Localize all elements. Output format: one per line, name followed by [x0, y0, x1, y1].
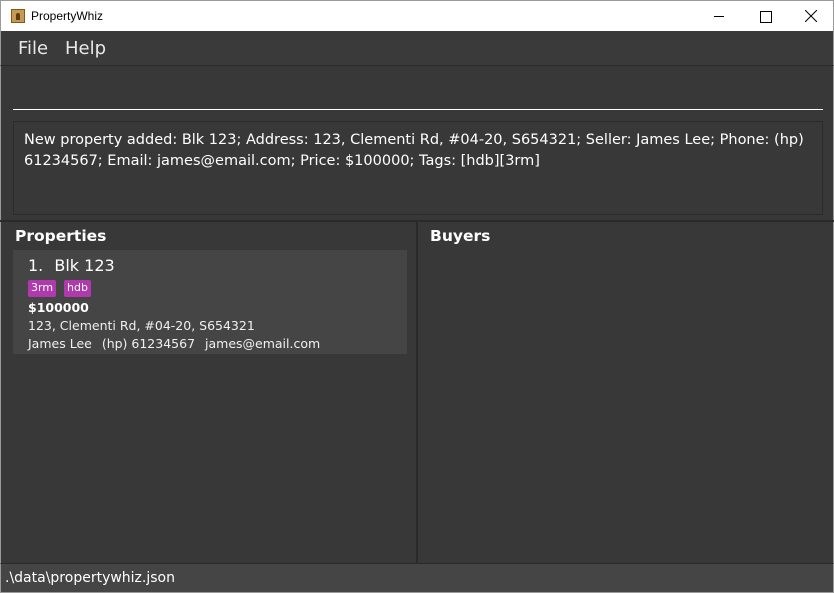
close-button[interactable]: [788, 1, 834, 31]
property-price: $100000: [28, 300, 89, 315]
app-icon: [11, 9, 25, 23]
buyers-panel: Buyers: [418, 222, 834, 563]
property-card-header: 1. Blk 123: [28, 256, 392, 276]
window-title: PropertyWhiz: [31, 9, 104, 23]
status-bar: .\data\propertywhiz.json: [0, 563, 834, 593]
result-display: New property added: Blk 123; Address: 12…: [13, 121, 823, 215]
menu-file[interactable]: File: [18, 38, 48, 59]
tag-badge: hdb: [64, 280, 91, 297]
property-tags: 3rm hdb: [28, 280, 392, 297]
property-index: 1.: [28, 256, 44, 275]
close-icon: [805, 10, 817, 22]
seller-phone: (hp) 61234567: [101, 336, 196, 351]
menu-help[interactable]: Help: [65, 38, 106, 59]
seller-name: James Lee: [28, 336, 92, 351]
seller-email: james@email.com: [205, 336, 321, 351]
title-bar: PropertyWhiz: [0, 0, 834, 31]
properties-panel: Properties 1. Blk 123 3rm hdb $100000 12…: [0, 222, 416, 563]
property-address: 123, Clementi Rd, #04-20, S654321: [28, 318, 255, 333]
properties-title: Properties: [15, 227, 107, 245]
menu-bar: File Help: [0, 31, 834, 66]
minimize-button[interactable]: [696, 1, 742, 31]
data-file-path: .\data\propertywhiz.json: [5, 570, 175, 586]
command-box: [0, 66, 834, 116]
maximize-button[interactable]: [742, 1, 788, 31]
buyers-title: Buyers: [430, 227, 491, 245]
result-display-container: New property added: Blk 123; Address: 12…: [0, 116, 834, 220]
property-card[interactable]: 1. Blk 123 3rm hdb $100000 123, Clementi…: [13, 250, 407, 354]
command-input[interactable]: [13, 74, 823, 110]
property-name: Blk 123: [54, 256, 115, 275]
property-seller-contact: James Lee (hp) 61234567 james@email.com: [28, 336, 392, 354]
tag-badge: 3rm: [28, 280, 57, 297]
